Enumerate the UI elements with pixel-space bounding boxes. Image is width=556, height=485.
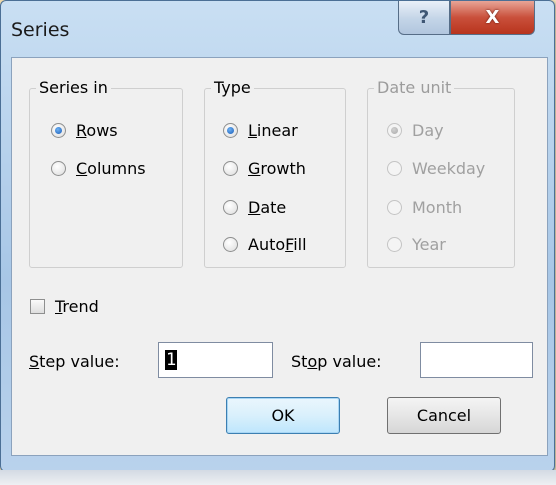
radio-year: Year [387,235,446,254]
stop-value-label: Stop value: [291,352,382,371]
radio-columns-indicator[interactable] [51,161,66,176]
stop-value-input[interactable] [420,342,533,378]
radio-columns-label: Columns [76,159,146,178]
radio-growth-indicator[interactable] [223,161,238,176]
date-unit-title: Date unit [374,78,455,97]
radio-linear-indicator[interactable] [223,123,238,138]
radio-weekday: Weekday [387,159,485,178]
radio-rows-label: Rows [76,121,118,140]
radio-autofill-indicator[interactable] [223,237,238,252]
ok-button[interactable]: OK [226,397,340,434]
radio-weekday-label: Weekday [412,159,486,178]
radio-weekday-indicator [387,161,402,176]
close-button[interactable]: X [450,1,535,35]
radio-year-label: Year [412,235,446,254]
radio-rows-indicator[interactable] [51,123,66,138]
radio-day: Day [387,121,444,140]
window-title: Series [11,19,70,41]
series-dialog: Series ? X Series in Rows Columns Type L… [0,0,555,472]
type-title: Type [211,78,254,97]
radio-autofill[interactable]: AutoFill [223,235,307,254]
step-value-input[interactable]: 1 [158,342,273,378]
radio-growth[interactable]: Growth [223,159,306,178]
close-icon: X [485,7,500,28]
background-sheet-edge [0,470,556,485]
series-in-title: Series in [36,78,111,97]
radio-day-indicator [387,123,402,138]
radio-growth-label: Growth [248,159,306,178]
radio-linear-label: Linear [248,121,298,140]
step-value-label: Step value: [29,352,120,371]
help-icon: ? [418,7,430,28]
radio-day-label: Day [412,121,444,140]
radio-linear[interactable]: Linear [223,121,298,140]
radio-month-indicator [387,200,402,215]
trend-checkbox[interactable]: Trend [30,297,99,316]
radio-autofill-label: AutoFill [248,235,307,254]
help-button[interactable]: ? [398,1,450,35]
series-in-group: Series in [29,78,183,268]
radio-columns[interactable]: Columns [51,159,146,178]
radio-rows[interactable]: Rows [51,121,118,140]
cancel-button[interactable]: Cancel [387,397,501,434]
radio-year-indicator [387,237,402,252]
radio-date-label: Date [248,198,287,217]
trend-label: Trend [55,297,99,316]
dialog-body: Series in Rows Columns Type Linear Growt… [11,57,548,456]
radio-date-indicator[interactable] [223,200,238,215]
trend-checkbox-box[interactable] [30,299,45,314]
radio-month: Month [387,198,462,217]
radio-month-label: Month [412,198,463,217]
radio-date[interactable]: Date [223,198,286,217]
